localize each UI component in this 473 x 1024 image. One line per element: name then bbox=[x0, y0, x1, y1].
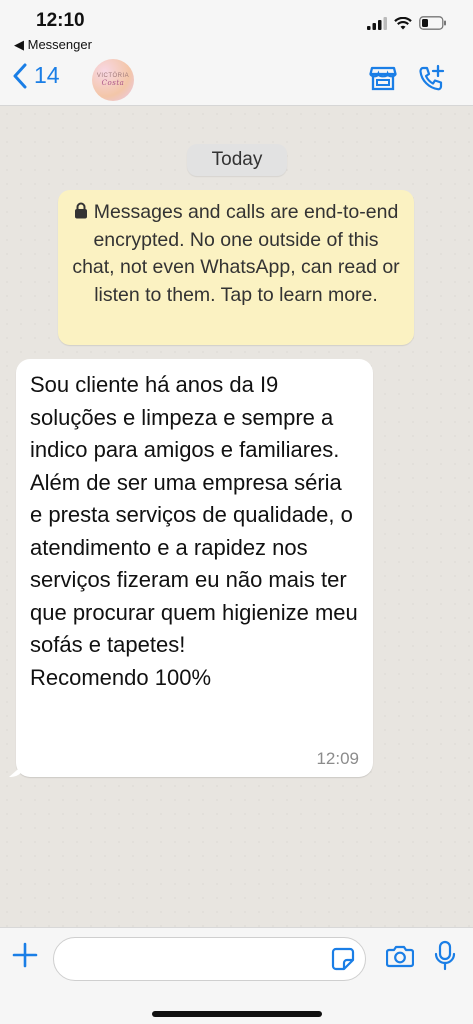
encryption-notice[interactable]: Messages and calls are end-to-end encryp… bbox=[58, 190, 414, 345]
back-button[interactable]: 14 bbox=[12, 62, 60, 89]
catalog-button[interactable] bbox=[369, 65, 397, 91]
sticker-icon bbox=[331, 947, 355, 971]
top-bar: 12:10 ◀ Messenger 14 VICTÓRIA Costa bbox=[0, 0, 473, 106]
status-icons bbox=[367, 16, 447, 30]
home-indicator bbox=[152, 1011, 322, 1017]
status-time: 12:10 bbox=[36, 10, 85, 31]
camera-button[interactable] bbox=[386, 944, 414, 968]
encryption-text: Messages and calls are end-to-end encryp… bbox=[72, 201, 400, 306]
back-to-app-link[interactable]: ◀ Messenger bbox=[14, 37, 92, 53]
avatar-signature: Costa bbox=[101, 79, 125, 87]
add-call-icon bbox=[419, 64, 445, 91]
signal-icon bbox=[367, 16, 387, 30]
voice-message-button[interactable] bbox=[434, 940, 456, 972]
contact-avatar[interactable]: VICTÓRIA Costa bbox=[92, 59, 134, 101]
message-text: Sou cliente há anos da I9 soluções e lim… bbox=[30, 372, 358, 690]
chat-area[interactable]: Today Messages and calls are end-to-end … bbox=[0, 107, 473, 927]
lock-icon bbox=[74, 202, 87, 219]
store-icon bbox=[369, 66, 397, 91]
message-input[interactable] bbox=[68, 938, 328, 978]
composer-bar bbox=[0, 927, 473, 1024]
sticker-button[interactable] bbox=[331, 947, 355, 971]
battery-icon bbox=[419, 16, 446, 30]
back-chevron-icon bbox=[13, 63, 27, 88]
wifi-icon bbox=[394, 16, 412, 29]
camera-icon bbox=[386, 945, 414, 968]
call-button[interactable] bbox=[417, 64, 445, 92]
date-separator: Today bbox=[187, 144, 287, 176]
plus-icon bbox=[12, 942, 38, 968]
header-actions bbox=[369, 64, 445, 92]
mic-icon bbox=[434, 940, 456, 971]
incoming-message[interactable]: Sou cliente há anos da I9 soluções e lim… bbox=[16, 359, 373, 777]
attach-button[interactable] bbox=[12, 942, 38, 968]
message-input-field[interactable] bbox=[53, 937, 366, 981]
message-timestamp: 12:09 bbox=[316, 749, 359, 768]
unread-count: 14 bbox=[34, 62, 60, 88]
